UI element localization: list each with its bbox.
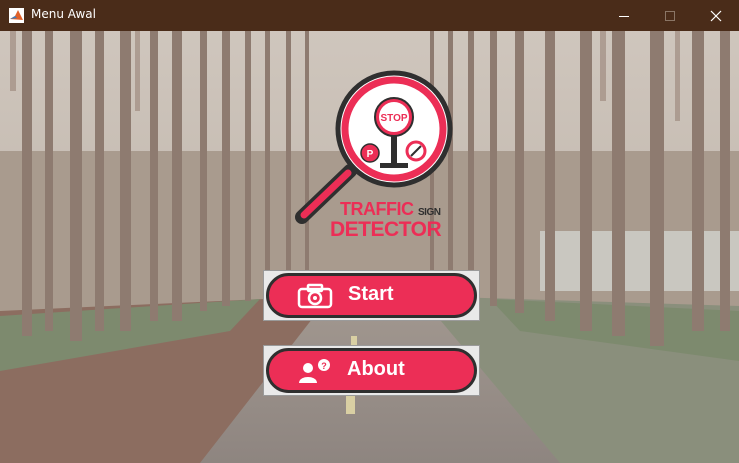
logo-text-line2: DETECTOR: [330, 218, 442, 241]
about-button-label: About: [347, 358, 405, 380]
start-button[interactable]: Start: [263, 270, 480, 321]
close-button[interactable]: [693, 0, 739, 31]
logo-text-line1: TRAFFIC SIGN: [340, 199, 441, 220]
logo-sign-text: SIGN: [418, 207, 441, 218]
camera-icon: [297, 283, 333, 309]
person-question-icon: ?: [299, 359, 330, 383]
svg-text:P: P: [367, 149, 374, 160]
start-button-pill: Start: [266, 273, 477, 318]
about-button[interactable]: ? About: [263, 345, 480, 396]
title-bar[interactable]: Menu Awal: [0, 0, 739, 31]
main-panel: STOP P TRAFFIC SIGN DETECTOR Start ? Abo…: [0, 31, 739, 463]
minimize-button[interactable]: [601, 0, 647, 31]
maximize-button[interactable]: [647, 0, 693, 31]
matlab-icon: [9, 8, 24, 23]
app-window: Menu Awal STOP P TRAFFIC SIGN DETECTOR S…: [0, 0, 739, 463]
svg-text:?: ?: [321, 361, 327, 371]
logo-traffic-text: TRAFFIC: [340, 199, 414, 219]
close-icon: [710, 10, 722, 21]
about-button-pill: ? About: [266, 348, 477, 393]
maximize-icon: [665, 10, 675, 21]
start-button-label: Start: [348, 283, 394, 305]
svg-text:STOP: STOP: [380, 113, 407, 124]
minimize-icon: [619, 15, 629, 17]
window-title: Menu Awal: [31, 7, 96, 21]
